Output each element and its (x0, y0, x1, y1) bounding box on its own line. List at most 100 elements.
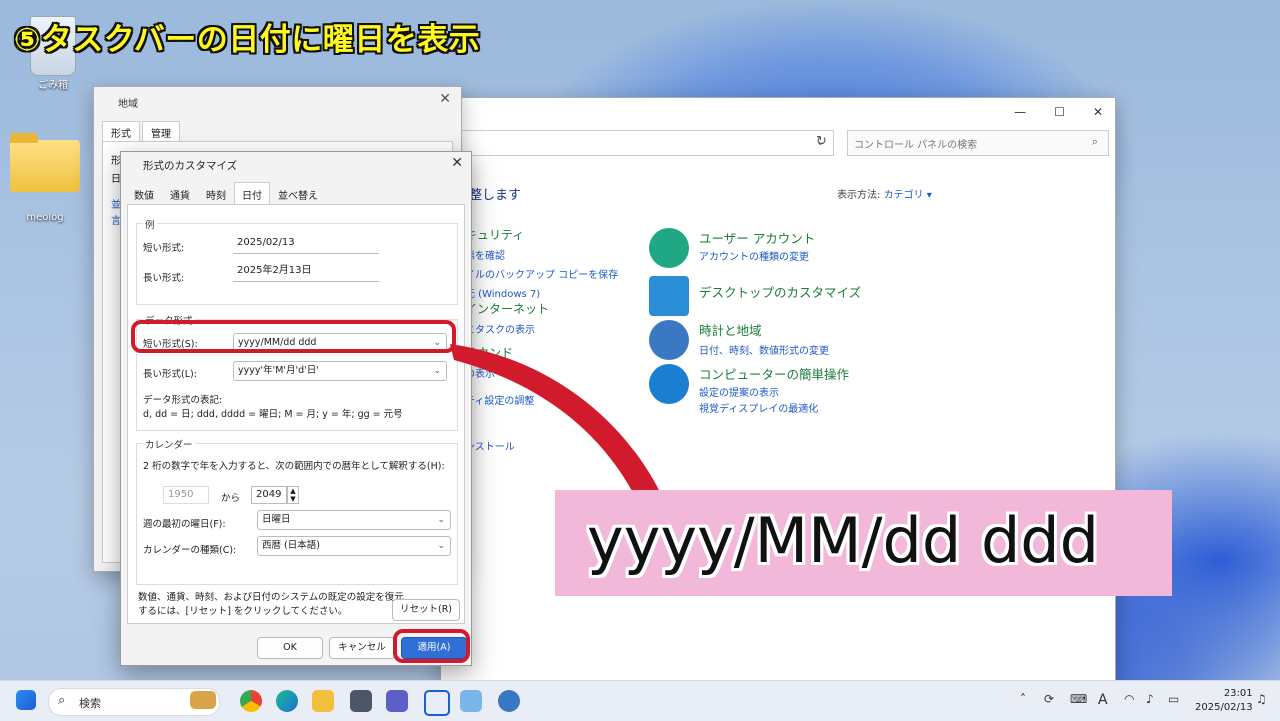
year-separator: から (221, 493, 241, 504)
callout-text: yyyy/MM/dd ddd (587, 504, 1100, 577)
tab-format[interactable]: 形式 (102, 121, 140, 143)
category-link[interactable]: 視覚ディスプレイの最適化 (699, 400, 818, 415)
calculator-icon[interactable] (350, 690, 372, 712)
category-title[interactable]: デスクトップのカスタマイズ (699, 282, 861, 301)
reset-text-1: 数値、通貨、時刻、および日付のシステムの既定の設定を復元 (138, 592, 404, 603)
callout-arrow (450, 344, 662, 506)
category-desktop[interactable]: デスクトップのカスタマイズ (649, 276, 1089, 320)
tab-admin[interactable]: 管理 (142, 121, 180, 143)
sync-icon[interactable]: ⟳ (1044, 692, 1054, 706)
ime-indicator[interactable]: A (1098, 692, 1108, 708)
chevron-up-icon[interactable]: ˄ (1020, 692, 1026, 706)
calendar-group: カレンダー 2 桁の数字で年を入力すると、次の範囲内での暦年として解釈する(H)… (136, 437, 458, 585)
short-example-value: 2025/02/13 (233, 232, 379, 254)
search-icon: ⌕ (58, 693, 66, 708)
category-link[interactable]: 態を確認 (465, 247, 618, 262)
window-controls: — ☐ ✕ (441, 98, 1115, 126)
close-icon[interactable]: ✕ (439, 91, 451, 107)
view-by: 表示方法: カテゴリ ▾ (837, 186, 932, 201)
user-icon (649, 228, 689, 268)
monitor-icon (649, 276, 689, 316)
folder-icon (10, 133, 80, 192)
year-to-field[interactable]: 2049 (251, 486, 287, 504)
notation-title: データ形式の表記: (143, 395, 223, 406)
first-day-label: 週の最初の曜日(F): (143, 519, 226, 530)
category-clock-region[interactable]: 時計と地域 日付、時刻、数値形式の変更 (649, 320, 1089, 364)
category-user-accounts[interactable]: ユーザー アカウント アカウントの種類の変更 (649, 228, 1089, 272)
date-tab-page: 例 短い形式: 2025/02/13 長い形式: 2025年2月13日 データ形… (127, 204, 465, 624)
folder-label: meolog (26, 212, 64, 223)
address-bar[interactable]: ⌄ (441, 130, 834, 156)
widget-icon[interactable] (190, 691, 216, 709)
ok-button[interactable]: OK (257, 637, 323, 659)
volume-icon[interactable]: ♪ (1146, 692, 1154, 706)
calendar-type-value: 西暦 (日本語) (262, 540, 320, 551)
category-link[interactable]: 日付、時刻、数値形式の変更 (699, 342, 829, 357)
recycle-bin-label: ごみ箱 (38, 80, 68, 91)
customize-format-dialog: 形式のカスタマイズ ✕ 数値 通貨 時刻 日付 並べ替え 例 短い形式: 202… (120, 151, 472, 666)
chevron-down-icon: ⌄ (437, 541, 445, 551)
cancel-button[interactable]: キャンセル (329, 637, 395, 659)
close-icon[interactable]: ✕ (1093, 105, 1103, 119)
region-tabs: 形式 管理 (102, 121, 182, 143)
category-link[interactable]: 設定の提案の表示 (699, 384, 779, 399)
dialog-title: 地域 (118, 99, 138, 110)
search-label: 検索 (79, 697, 101, 710)
close-icon[interactable]: ✕ (451, 155, 463, 171)
notation-text: d, dd = 日; ddd, dddd = 曜日; M = 月; y = 年;… (143, 409, 403, 420)
teams-icon[interactable] (386, 690, 408, 712)
clock-date: 2025/02/13 (1195, 702, 1253, 713)
windows-start-icon[interactable] (16, 690, 36, 710)
minimize-icon[interactable]: — (1014, 105, 1026, 119)
reset-text-2: するには、[リセット] をクリックしてください。 (138, 606, 348, 617)
category-title[interactable]: 時計と地域 (699, 320, 762, 339)
notification-app-icon[interactable] (424, 690, 450, 716)
meolog-folder[interactable]: meolog (10, 133, 80, 223)
first-day-value: 日曜日 (262, 514, 291, 525)
category-ease-of-access[interactable]: コンピューターの簡単操作 設定の提案の表示 視覚ディスプレイの最適化 (649, 364, 1089, 424)
title-banner: ⑤タスクバーの日付に曜日を表示 (14, 22, 481, 58)
category-title[interactable]: コンピューターの簡単操作 (699, 364, 849, 383)
category-link[interactable]: アカウントの種類の変更 (699, 248, 809, 263)
long-format-dropdown[interactable]: yyyy'年'M'月'd'日' ⌄ (233, 361, 447, 381)
apply-highlight (393, 629, 470, 663)
format-callout: yyyy/MM/dd ddd (555, 490, 1172, 596)
category-title[interactable]: インターネット (465, 300, 549, 317)
keyboard-icon[interactable]: ⌨ (1070, 692, 1087, 706)
notification-bell-icon[interactable]: ♫ (1256, 692, 1267, 706)
category-title[interactable]: ユーザー アカウント (699, 228, 815, 247)
long-format-label: 長い形式(L): (143, 369, 197, 380)
reset-button[interactable]: リセット(R) (392, 599, 460, 621)
arrow-shape (450, 344, 662, 506)
wifi-icon[interactable]: ◠ (1124, 692, 1134, 706)
category-link[interactable]: 元 (Windows 7) (465, 285, 618, 300)
refresh-icon[interactable]: ↻ (816, 134, 827, 149)
view-by-dropdown[interactable]: カテゴリ ▾ (884, 190, 932, 201)
long-example-label: 長い形式: (143, 273, 185, 284)
file-explorer-icon[interactable] (312, 690, 334, 712)
search-icon: ⌕ (1091, 135, 1098, 148)
category-title[interactable]: キュリティ (465, 226, 618, 243)
category-security[interactable]: キュリティ 態を確認 イルのバックアップ コピーを保存 元 (Windows 7… (465, 226, 618, 300)
taskbar: ⌕ 検索 ˄ ⟳ ⌨ A ◠ ♪ ▭ 23:01 2025/02/13 ♫ (0, 680, 1280, 721)
clock-time: 23:01 (1223, 688, 1253, 699)
chrome-icon[interactable] (240, 690, 262, 712)
category-link[interactable]: イルのバックアップ コピーを保存 (465, 266, 618, 281)
edge-icon[interactable] (276, 690, 298, 712)
control-panel-icon[interactable] (460, 690, 482, 712)
group-label: 例 (143, 217, 157, 231)
example-group: 例 短い形式: 2025/02/13 長い形式: 2025年2月13日 (136, 217, 458, 305)
short-format-highlight (131, 320, 456, 353)
calendar-type-dropdown[interactable]: 西暦 (日本語) ⌄ (257, 536, 451, 556)
region-settings-icon[interactable] (498, 690, 520, 712)
search-placeholder: コントロール パネルの検索 (854, 140, 978, 151)
year-stepper[interactable]: ▲ ▼ (287, 486, 299, 504)
short-example-label: 短い形式: (143, 243, 185, 254)
search-input[interactable]: コントロール パネルの検索 ⌕ (847, 130, 1109, 156)
first-day-dropdown[interactable]: 日曜日 ⌄ (257, 510, 451, 530)
group-label: カレンダー (143, 437, 195, 451)
battery-icon[interactable]: ▭ (1168, 692, 1179, 706)
maximize-icon[interactable]: ☐ (1054, 105, 1065, 119)
taskbar-clock[interactable]: 23:01 2025/02/13 (1195, 687, 1253, 715)
chevron-down-icon: ⌄ (437, 515, 445, 525)
